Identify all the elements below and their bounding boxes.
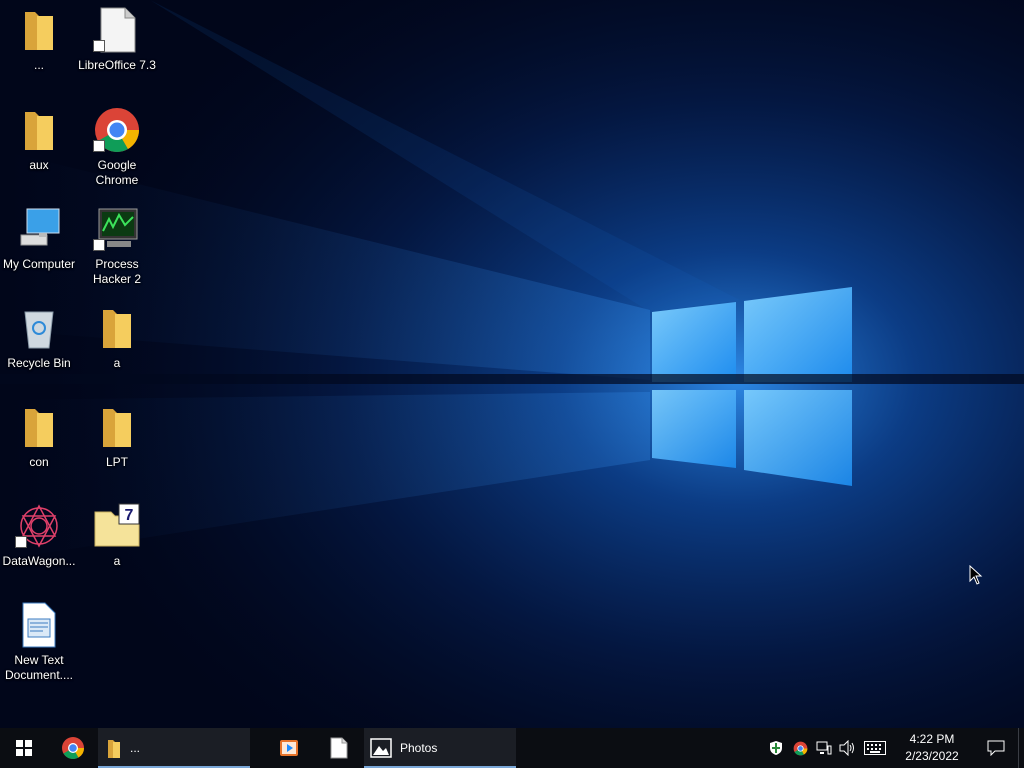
taskbar-photos-button[interactable]: Photos — [364, 728, 516, 768]
shortcut-arrow-icon — [93, 239, 105, 251]
desktop-icon-label: DataWagon... — [2, 554, 76, 568]
clock-time: 4:22 PM — [909, 732, 955, 746]
desktop-icon-label: New Text Document.... — [4, 653, 74, 682]
datawagon-icon — [15, 502, 63, 550]
shortcut-arrow-icon — [93, 140, 105, 152]
desktop-icon-label: a — [113, 356, 121, 370]
media-player-icon — [280, 740, 298, 756]
desktop-icon-a-folder[interactable]: a — [78, 304, 156, 371]
desktop-icon-dots-folder[interactable]: ... — [0, 6, 78, 73]
chrome-icon — [93, 106, 141, 154]
desktop-icon-label: Google Chrome — [95, 158, 139, 187]
notification-icon — [987, 740, 1005, 756]
folder-icon — [15, 106, 63, 154]
7zip-archive-icon: 7 — [93, 502, 141, 550]
desktop-icon-my-computer[interactable]: My Computer — [0, 205, 78, 272]
desktop-icon-label: Process Hacker 2 — [92, 257, 142, 286]
desktop-icon-label: My Computer — [2, 257, 76, 271]
desktop-icon-label: a — [113, 554, 121, 568]
desktop-icon-lpt-folder[interactable]: LPT — [78, 403, 156, 470]
shortcut-arrow-icon — [93, 40, 105, 52]
desktop-icon-process-hacker[interactable]: Process Hacker 2 — [78, 205, 156, 287]
recycle-bin-icon — [15, 304, 63, 352]
clock-date: 2/23/2022 — [905, 749, 959, 763]
folder-icon — [108, 740, 120, 758]
show-desktop-button[interactable] — [1018, 728, 1024, 768]
shortcut-arrow-icon — [15, 536, 27, 548]
desktop-icon-label: con — [29, 455, 49, 469]
folder-icon — [15, 403, 63, 451]
desktop-icon-new-text-document[interactable]: New Text Document.... — [0, 601, 78, 683]
desktop-icon-label: aux — [29, 158, 49, 172]
windows-logo-icon — [16, 740, 32, 756]
folder-icon — [15, 6, 63, 54]
libreoffice-icon — [93, 6, 141, 54]
desktop-icon-label: ... — [33, 58, 44, 72]
keyboard-icon[interactable] — [860, 728, 890, 768]
photos-icon — [370, 738, 392, 758]
computer-icon — [15, 205, 63, 253]
folder-icon — [93, 304, 141, 352]
svg-text:7: 7 — [125, 507, 134, 524]
tray-security-icon[interactable] — [764, 728, 788, 768]
desktop-icon-con-folder[interactable]: con — [0, 403, 78, 470]
taskbar: ... Photos 4:22 PM 2/23/2022 — [0, 728, 1024, 768]
text-document-icon — [15, 601, 63, 649]
tray-chrome-icon[interactable] — [788, 728, 812, 768]
desktop-icon-label: LibreOffice 7.3 — [78, 58, 156, 72]
desktop-icon-recycle-bin[interactable]: Recycle Bin — [0, 304, 78, 371]
desktop-icon-datawagon[interactable]: DataWagon... — [0, 502, 78, 569]
desktop-icon-google-chrome[interactable]: Google Chrome — [78, 106, 156, 188]
taskbar-media-player-button[interactable] — [264, 728, 314, 768]
volume-icon[interactable] — [836, 728, 860, 768]
desktop-icon-a-7zip-archive[interactable]: 7 a — [78, 502, 156, 569]
process-hacker-icon — [93, 205, 141, 253]
clock[interactable]: 4:22 PM 2/23/2022 — [890, 728, 974, 768]
network-icon[interactable] — [812, 728, 836, 768]
mouse-cursor-icon — [969, 564, 983, 585]
chrome-icon — [62, 737, 84, 759]
taskbar-file-explorer-button[interactable]: ... — [98, 728, 250, 768]
taskbar-document-button[interactable] — [314, 728, 364, 768]
desktop-icon-aux-folder[interactable]: aux — [0, 106, 78, 173]
desktop-icon-libreoffice[interactable]: LibreOffice 7.3 — [78, 6, 156, 73]
desktop-icon-label: LPT — [105, 455, 128, 469]
start-button[interactable] — [0, 728, 48, 768]
taskbar-explorer-label: ... — [130, 741, 141, 755]
taskbar-chrome-button[interactable] — [48, 728, 98, 768]
taskbar-photos-label: Photos — [400, 741, 438, 755]
system-tray: 4:22 PM 2/23/2022 — [764, 728, 1024, 768]
desktop-icon-label: Recycle Bin — [7, 356, 71, 370]
action-center-button[interactable] — [974, 728, 1018, 768]
document-icon — [330, 737, 348, 759]
folder-icon — [93, 403, 141, 451]
